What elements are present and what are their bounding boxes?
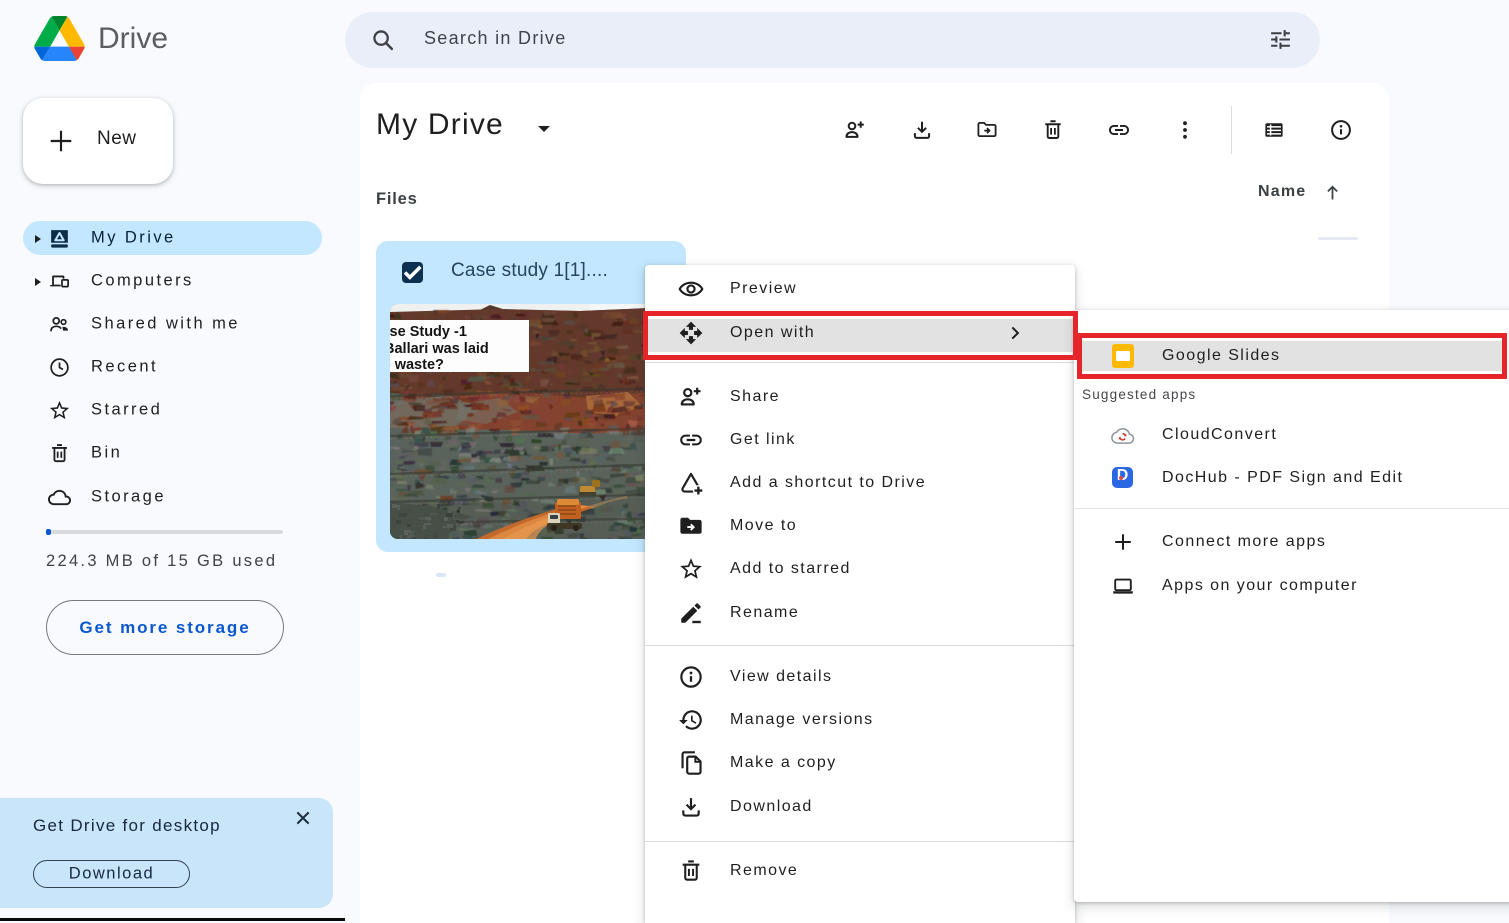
svg-text:Case Study -1: Case Study -1 — [390, 324, 467, 340]
svg-text:Ballari was laid: Ballari was laid — [390, 341, 489, 357]
svg-text:to waste?: to waste? — [390, 357, 444, 373]
